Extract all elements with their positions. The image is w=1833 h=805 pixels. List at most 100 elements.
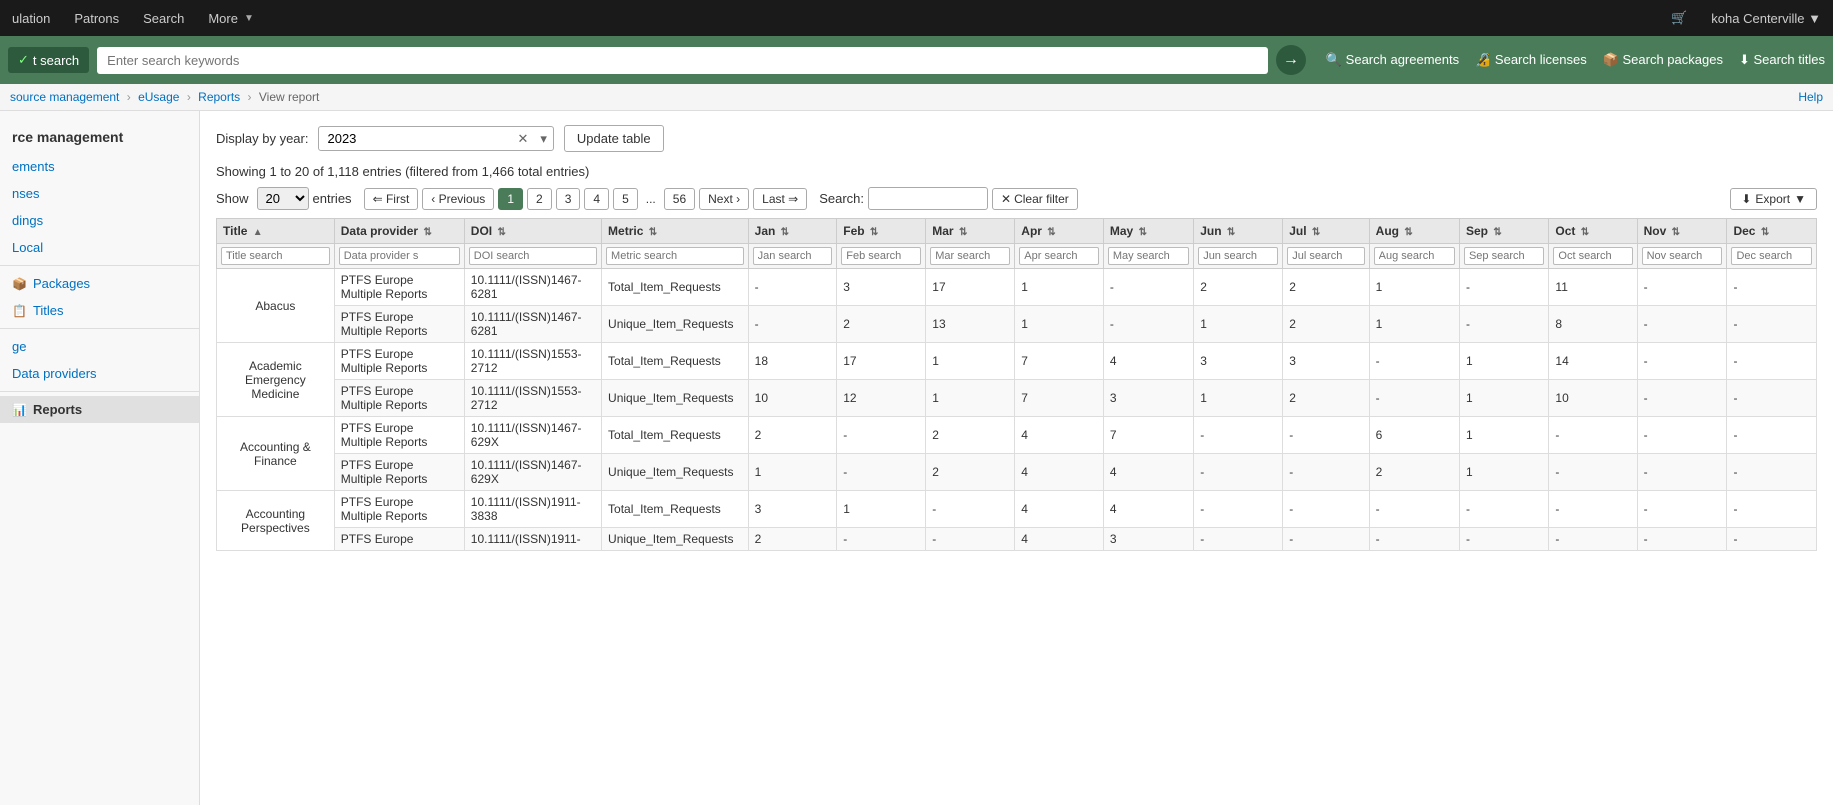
search-jun-input[interactable] [1198,247,1278,265]
sidebar-item-licenses[interactable]: nses [0,180,199,207]
sidebar-item-titles[interactable]: Titles [0,297,199,324]
search-apr-input[interactable] [1019,247,1099,265]
search-jan-input[interactable] [753,247,833,265]
sidebar-item-local[interactable]: Local [0,234,199,261]
breadcrumb-resource-mgmt[interactable]: source management [10,90,119,104]
reports-icon [12,402,27,417]
search-nov-input[interactable] [1642,247,1723,265]
col-dec[interactable]: Dec ⇅ [1727,219,1817,244]
year-dropdown-button[interactable]: ▾ [534,131,553,147]
col-jul[interactable]: Jul ⇅ [1283,219,1369,244]
page-4-button[interactable]: 4 [584,188,609,210]
cell-jul: 3 [1283,343,1369,380]
search-oct-input[interactable] [1553,247,1632,265]
koha-label[interactable]: koha Centerville ▼ [1707,11,1825,26]
col-nov[interactable]: Nov ⇅ [1637,219,1727,244]
nov-sort-icon: ⇅ [1672,227,1680,238]
search-titles-link[interactable]: ⬇ Search titles [1739,52,1825,68]
prev-page-button[interactable]: ‹ Previous [422,188,494,210]
info-row: Showing 1 to 20 of 1,118 entries (filter… [216,164,1817,179]
breadcrumb-sep2: › [187,90,191,104]
top-nav: ulation Patrons Search More ▼ 🛒 koha Cen… [0,0,1833,36]
search-type-button[interactable]: ✓ t search [8,47,89,73]
cell-metric: Unique_Item_Requests [602,528,749,551]
search-filter-input[interactable] [868,187,988,210]
update-table-button[interactable]: Update table [564,125,664,152]
col-mar[interactable]: Mar ⇅ [926,219,1015,244]
help-link[interactable]: Help [1798,90,1823,104]
col-jan[interactable]: Jan ⇅ [748,219,837,244]
cell-nov: - [1637,306,1727,343]
col-title[interactable]: Title ▲ [217,219,335,244]
cell-may: 4 [1103,343,1193,380]
sidebar-item-usage[interactable]: ge [0,333,199,360]
search-may-input[interactable] [1108,247,1189,265]
year-clear-button[interactable]: ✕ [511,131,534,147]
first-page-button[interactable]: ⇐ First [364,188,419,210]
sidebar-item-holdings[interactable]: dings [0,207,199,234]
sidebar-section-reports: Reports [0,391,199,423]
cell-doi: 10.1111/(ISSN)1911- [464,528,601,551]
cell-aug: 1 [1369,306,1459,343]
page-5-button[interactable]: 5 [613,188,638,210]
search-jul-input[interactable] [1287,247,1364,265]
search-sep-input[interactable] [1464,247,1544,265]
search-doi-input[interactable] [469,247,597,265]
search-metric-input[interactable] [606,247,744,265]
feb-sort-icon: ⇅ [870,227,878,238]
nav-circulation[interactable]: ulation [8,11,54,26]
cell-oct: - [1549,491,1637,528]
breadcrumb-reports[interactable]: Reports [198,90,240,104]
search-dp-input[interactable] [339,247,460,265]
search-input[interactable] [97,47,1268,74]
col-doi[interactable]: DOI ⇅ [464,219,601,244]
nav-more[interactable]: More ▼ [204,11,262,26]
nav-patrons[interactable]: Patrons [70,11,123,26]
search-title-input[interactable] [221,247,330,265]
last-page-button[interactable]: Last ⇒ [753,188,807,210]
search-feb-th [837,244,926,269]
table-header-row: Title ▲ Data provider ⇅ DOI ⇅ Metric ⇅ J… [217,219,1817,244]
nav-cart[interactable]: 🛒 [1667,10,1691,26]
sidebar-item-reports[interactable]: Reports [0,396,199,423]
sidebar-item-data-providers[interactable]: Data providers [0,360,199,387]
breadcrumb-eusage[interactable]: eUsage [138,90,179,104]
cell-sep: - [1459,528,1548,551]
col-metric[interactable]: Metric ⇅ [602,219,749,244]
search-licenses-link[interactable]: 🔏 Search licenses [1475,52,1587,68]
search-mar-input[interactable] [930,247,1010,265]
next-page-button[interactable]: Next › [699,188,749,210]
year-input[interactable] [319,127,511,150]
col-sep[interactable]: Sep ⇅ [1459,219,1548,244]
col-jun[interactable]: Jun ⇅ [1194,219,1283,244]
cell-aug: - [1369,491,1459,528]
search-go-button[interactable]: → [1276,45,1306,75]
nav-search[interactable]: Search [139,11,188,26]
col-data-provider[interactable]: Data provider ⇅ [334,219,464,244]
search-dec-input[interactable] [1731,247,1812,265]
search-agreements-link[interactable]: 🔍 Search agreements [1326,52,1459,68]
search-aug-input[interactable] [1374,247,1455,265]
export-button[interactable]: ⬇ Export ▼ [1730,188,1817,210]
search-packages-link[interactable]: 📦 Search packages [1603,52,1723,68]
jul-sort-icon: ⇅ [1312,227,1320,238]
sidebar-item-agreements[interactable]: ements [0,153,199,180]
clear-filter-button[interactable]: ✕ Clear filter [992,188,1078,210]
page-2-button[interactable]: 2 [527,188,552,210]
page-1-button[interactable]: 1 [498,188,523,210]
cell-doi: 10.1111/(ISSN)1467-6281 [464,306,601,343]
search-type-label: t search [33,53,79,68]
entries-info: Showing 1 to 20 of 1,118 entries (filter… [216,164,589,179]
cell-nov: - [1637,528,1727,551]
col-may[interactable]: May ⇅ [1103,219,1193,244]
col-oct[interactable]: Oct ⇅ [1549,219,1637,244]
col-aug[interactable]: Aug ⇅ [1369,219,1459,244]
page-56-button[interactable]: 56 [664,188,695,210]
page-size-select[interactable]: 20 50 100 [257,187,309,210]
col-feb[interactable]: Feb ⇅ [837,219,926,244]
sidebar-item-packages[interactable]: Packages [0,270,199,297]
search-feb-input[interactable] [841,247,921,265]
col-apr[interactable]: Apr ⇅ [1015,219,1104,244]
page-3-button[interactable]: 3 [556,188,581,210]
display-label: Display by year: [216,131,308,146]
